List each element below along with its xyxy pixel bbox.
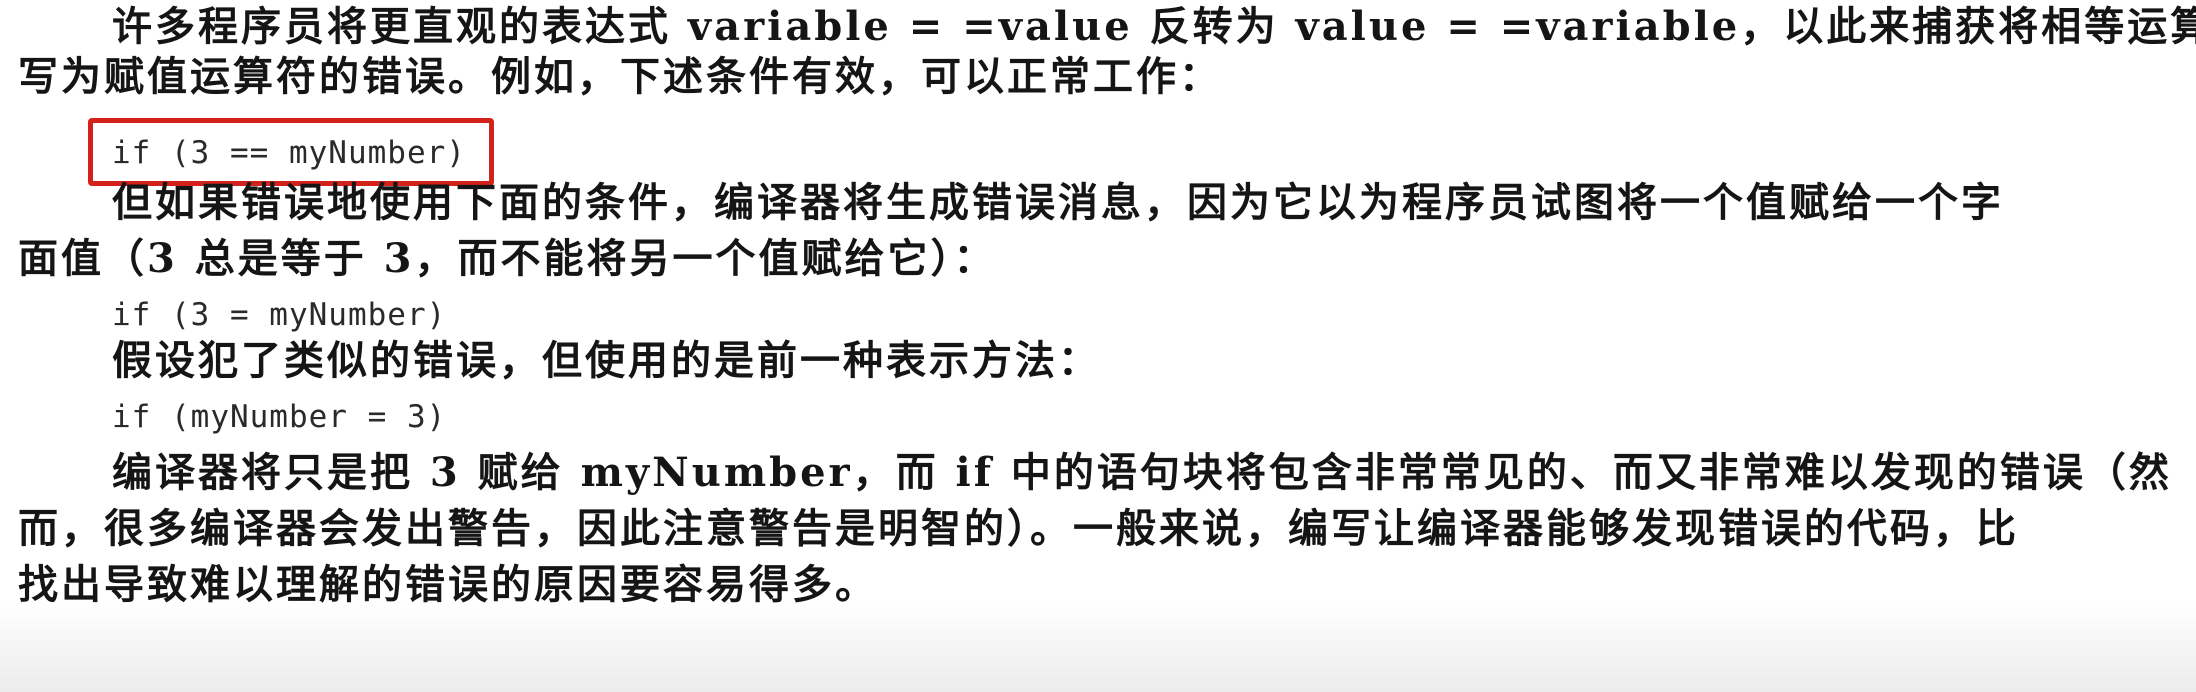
code-line-assignment-reversed: if (3 = myNumber) xyxy=(112,297,447,333)
code-line-equality: if (3 == myNumber) xyxy=(112,135,466,171)
paragraph-line-8: 找出导致难以理解的错误的原因要容易得多。 xyxy=(18,561,878,608)
paragraph-line-3: 但如果错误地使用下面的条件，编译器将生成错误消息，因为它以为程序员试图将一个值赋… xyxy=(112,179,2004,226)
paragraph-line-6: 编译器将只是把 3 赋给 myNumber，而 if 中的语句块将包含非常常见的… xyxy=(112,449,2172,496)
paragraph-line-1: 许多程序员将更直观的表达式 variable = =value 反转为 valu… xyxy=(112,3,2196,50)
paragraph-line-2: 写为赋值运算符的错误。例如，下述条件有效，可以正常工作： xyxy=(18,53,1222,100)
page-bottom-shading xyxy=(0,600,2196,692)
document-page: 许多程序员将更直观的表达式 variable = =value 反转为 valu… xyxy=(0,0,2196,692)
paragraph-line-7: 而，很多编译器会发出警告，因此注意警告是明智的）。一般来说，编写让编译器能够发现… xyxy=(18,505,2019,552)
paragraph-line-4: 面值（3 总是等于 3，而不能将另一个值赋给它）： xyxy=(18,235,997,282)
code-line-assignment: if (myNumber = 3) xyxy=(112,399,447,435)
paragraph-line-5: 假设犯了类似的错误，但使用的是前一种表示方法： xyxy=(112,337,1101,384)
